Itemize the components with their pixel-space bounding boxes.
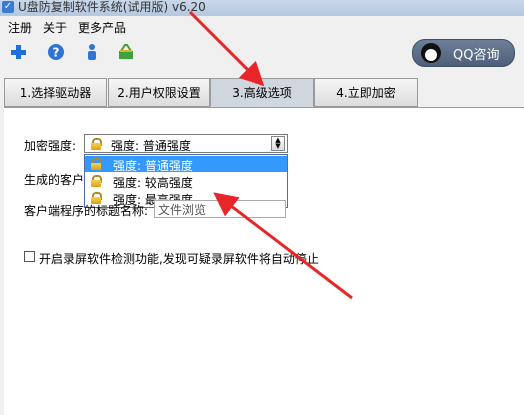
encryption-strength-select[interactable]: 强度: 普通强度 ▲ ▼ xyxy=(84,134,288,153)
menu-about[interactable]: 关于 xyxy=(43,19,67,36)
advanced-options-panel: 加密强度: 强度: 普通强度 ▲ ▼ 生成的客户 强度: 普通强度 强度: 较高强… xyxy=(4,107,524,415)
plus-icon[interactable] xyxy=(8,42,28,62)
client-title-input[interactable]: 文件浏览 xyxy=(154,200,286,218)
qq-consult-button[interactable]: QQ咨询 xyxy=(412,39,515,67)
lock-icon xyxy=(91,158,102,170)
encryption-strength-label: 加密强度: xyxy=(24,139,77,153)
qq-penguin-icon xyxy=(421,43,441,63)
qq-consult-label: QQ咨询 xyxy=(453,48,500,63)
tab-encrypt-now[interactable]: 4.立即加密 xyxy=(314,78,418,107)
screen-detect-checkbox[interactable] xyxy=(24,251,35,262)
user-icon[interactable] xyxy=(82,42,102,62)
dropdown-option-label: 强度: 普通强度 xyxy=(113,159,193,173)
screen-detect-label: 开启录屏软件检测功能,发现可疑录屏软件将自动停止 xyxy=(39,252,319,266)
tab-select-drive[interactable]: 1.选择驱动器 xyxy=(4,78,107,107)
chevron-down-icon[interactable]: ▲ ▼ xyxy=(271,136,285,151)
menu-more-products[interactable]: 更多产品 xyxy=(78,19,126,36)
window-title: U盘防复制软件系统(试用版) v6.20 xyxy=(18,0,206,14)
dropdown-option-label: 强度: 较高强度 xyxy=(113,176,193,190)
client-title-label: 客户端程序的标题名称: xyxy=(24,204,149,218)
menu-register[interactable]: 注册 xyxy=(8,19,32,36)
lock-icon xyxy=(91,138,102,150)
tab-user-permissions[interactable]: 2.用户权限设置 xyxy=(108,78,210,107)
app-icon: ✓ xyxy=(2,1,14,13)
title-bar: ✓ U盘防复制软件系统(试用版) v6.20 xyxy=(0,0,524,16)
menu-bar: 注册 关于 更多产品 xyxy=(0,18,524,36)
help-icon[interactable]: ? xyxy=(46,42,66,62)
tab-bar: 1.选择驱动器 2.用户权限设置 3.高级选项 4.立即加密 xyxy=(4,78,524,108)
svg-text:?: ? xyxy=(53,46,60,60)
client-label: 生成的客户 xyxy=(24,173,85,187)
dropdown-option-high[interactable]: 强度: 较高强度 xyxy=(85,173,287,190)
dropdown-option-normal[interactable]: 强度: 普通强度 xyxy=(85,156,287,173)
encryption-strength-value: 强度: 普通强度 xyxy=(111,139,191,153)
client-title-value: 文件浏览 xyxy=(158,203,207,217)
lock-icon xyxy=(91,175,102,187)
tab-advanced-options[interactable]: 3.高级选项 xyxy=(210,78,314,107)
basket-icon[interactable] xyxy=(116,42,136,62)
